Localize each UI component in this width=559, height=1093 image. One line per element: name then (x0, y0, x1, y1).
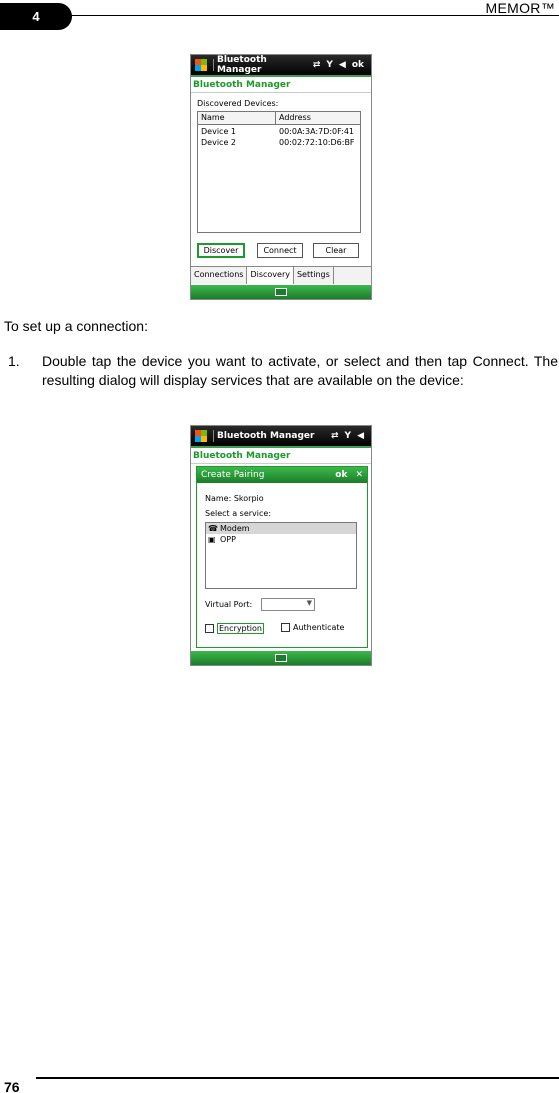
discover-button[interactable]: Discover (197, 243, 245, 258)
list-header: Name Address (198, 112, 360, 125)
step-text: Double tap the device you want to activa… (42, 353, 558, 388)
checkbox-box[interactable] (281, 623, 290, 632)
window-title: Bluetooth Manager (216, 55, 267, 75)
signal-icon[interactable]: Y (326, 60, 333, 70)
service-label: Modem (220, 524, 250, 533)
step-number: 1. (8, 353, 20, 369)
signal-icon[interactable]: Y (345, 431, 352, 441)
app-title: Bluetooth Manager (191, 448, 371, 464)
authenticate-checkbox[interactable]: Authenticate (281, 623, 344, 632)
device-address: 00:0A:3A:7D:0F:41 (279, 127, 354, 136)
page-number: 76 (4, 1079, 20, 1093)
virtual-port-select[interactable]: ▼ (261, 598, 315, 611)
discovered-devices-label: Discovered Devices: (197, 99, 279, 108)
service-item[interactable]: ☎ Modem (206, 523, 356, 534)
titlebar-separator (213, 59, 214, 71)
services-list[interactable]: ☎ Modem ▣ OPP (205, 522, 357, 589)
modem-icon: ☎ (208, 524, 218, 533)
device-name: Device 2 (201, 138, 236, 147)
tab-discovery[interactable]: Discovery (247, 267, 294, 284)
select-service-label: Select a service: (205, 509, 272, 518)
chapter-badge: 4 (0, 3, 72, 30)
windows-logo-icon[interactable] (195, 59, 207, 71)
keyboard-icon[interactable] (275, 288, 287, 296)
ok-button[interactable]: ok (352, 60, 364, 70)
volume-icon[interactable]: ◀ (357, 431, 364, 441)
encryption-label: Encryption (217, 623, 264, 634)
column-header-address[interactable]: Address (276, 112, 314, 124)
authenticate-label: Authenticate (293, 623, 345, 632)
service-item[interactable]: ▣ OPP (206, 534, 356, 545)
header-title: MEMOR™ (485, 0, 555, 16)
titlebar: Bluetooth Manager ⇄ Y ◀ ok (191, 55, 371, 77)
window-title: Bluetooth Manager (217, 431, 315, 441)
tab-bar: Connections Discovery Settings (191, 266, 371, 284)
intro-text: To set up a connection: (4, 318, 148, 334)
create-pairing-dialog: Create Pairing ok ✕ Name: Skorpio Select… (196, 466, 368, 648)
device-row[interactable]: Device 1 00:0A:3A:7D:0F:41 (198, 127, 360, 138)
devices-list[interactable]: Name Address Device 1 00:0A:3A:7D:0F:41 … (197, 111, 361, 233)
bottom-menu-bar (191, 651, 371, 665)
bottom-menu-bar (191, 285, 371, 299)
service-label: OPP (220, 535, 236, 544)
create-pairing-screenshot: Bluetooth Manager ⇄ Y ◀ Bluetooth Manage… (190, 425, 372, 666)
tab-connections[interactable]: Connections (191, 267, 248, 284)
titlebar-separator (213, 430, 214, 442)
chevron-down-icon: ▼ (306, 599, 312, 607)
dialog-titlebar: Create Pairing ok ✕ (197, 467, 367, 483)
bluetooth-manager-discovery-screenshot: Bluetooth Manager ⇄ Y ◀ ok Bluetooth Man… (190, 54, 372, 300)
device-row[interactable]: Device 2 00:02:72:10:D6:BF (198, 138, 360, 149)
opp-icon: ▣ (208, 535, 216, 544)
dialog-title: Create Pairing (201, 470, 265, 480)
tab-settings[interactable]: Settings (294, 267, 334, 284)
footer-rule (36, 1077, 559, 1079)
virtual-port-label: Virtual Port: (205, 600, 253, 609)
connectivity-icon[interactable]: ⇄ (331, 431, 339, 441)
connect-button[interactable]: Connect (257, 243, 303, 258)
column-header-name[interactable]: Name (198, 112, 276, 124)
titlebar: Bluetooth Manager ⇄ Y ◀ (191, 426, 371, 448)
connectivity-icon[interactable]: ⇄ (313, 60, 321, 70)
checkbox-box[interactable] (205, 624, 214, 633)
keyboard-icon[interactable] (275, 654, 287, 662)
device-name-label: Name: Skorpio (205, 494, 264, 503)
device-name: Device 1 (201, 127, 236, 136)
dialog-ok-button[interactable]: ok (335, 470, 347, 480)
device-address: 00:02:72:10:D6:BF (279, 138, 355, 147)
volume-icon[interactable]: ◀ (339, 60, 346, 70)
encryption-checkbox[interactable]: Encryption (205, 623, 264, 634)
app-title: Bluetooth Manager (191, 77, 371, 93)
windows-logo-icon[interactable] (195, 430, 207, 442)
clear-button[interactable]: Clear (313, 243, 359, 258)
close-icon[interactable]: ✕ (355, 470, 363, 480)
